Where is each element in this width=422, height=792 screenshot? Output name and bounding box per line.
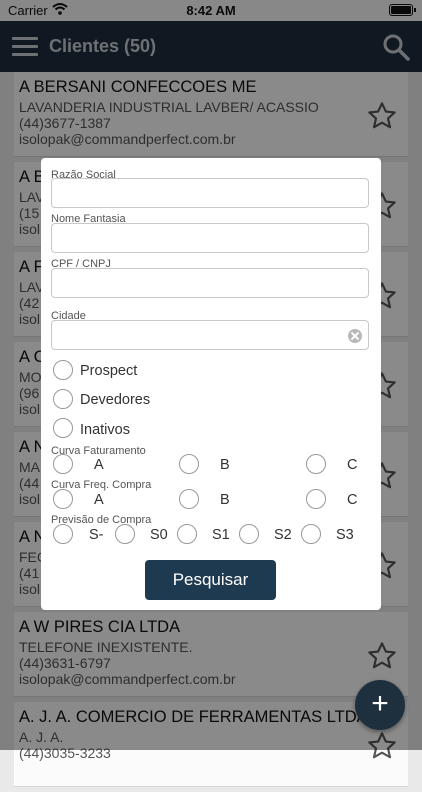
cpf-cnpj-input[interactable] [51,268,369,298]
curva-fat-c-label: C [347,457,358,473]
curva-fat-b-radio[interactable] [179,454,199,474]
previsao-s1-radio[interactable] [177,524,197,544]
previsao-s0-radio[interactable] [115,524,135,544]
curva-fat-b-label: B [220,457,230,473]
previsao-s-minus-label: S- [89,527,104,543]
filter-dialog: Razão Social Nome Fantasia CPF / CNPJ Ci… [41,158,381,610]
curva-freq-c-label: C [347,492,358,508]
curva-freq-a-label: A [94,492,104,508]
add-client-button[interactable]: + [355,680,405,730]
cidade-input[interactable] [51,320,369,350]
curva-freq-b-radio[interactable] [179,489,199,509]
razao-social-input[interactable] [51,178,369,208]
curva-freq-c-radio[interactable] [306,489,326,509]
inativos-radio[interactable] [53,418,73,438]
curva-freq-a-radio[interactable] [53,489,73,509]
previsao-s2-label: S2 [274,527,292,543]
previsao-s3-radio[interactable] [301,524,321,544]
curva-fat-a-radio[interactable] [53,454,73,474]
previsao-s3-label: S3 [336,527,354,543]
curva-fat-a-label: A [94,457,104,473]
pesquisar-button[interactable]: Pesquisar [145,560,276,600]
curva-fat-c-radio[interactable] [306,454,326,474]
nome-fantasia-input[interactable] [51,223,369,253]
previsao-s-minus-radio[interactable] [53,524,73,544]
devedores-label: Devedores [80,392,151,408]
plus-icon: + [371,687,389,720]
devedores-radio[interactable] [53,389,73,409]
clear-icon[interactable] [348,329,362,343]
previsao-s1-label: S1 [212,527,230,543]
curva-freq-b-label: B [220,492,230,508]
prospect-radio[interactable] [53,360,73,380]
previsao-s2-radio[interactable] [239,524,259,544]
prospect-label: Prospect [80,363,138,379]
previsao-s0-label: S0 [150,527,168,543]
inativos-label: Inativos [80,422,130,438]
